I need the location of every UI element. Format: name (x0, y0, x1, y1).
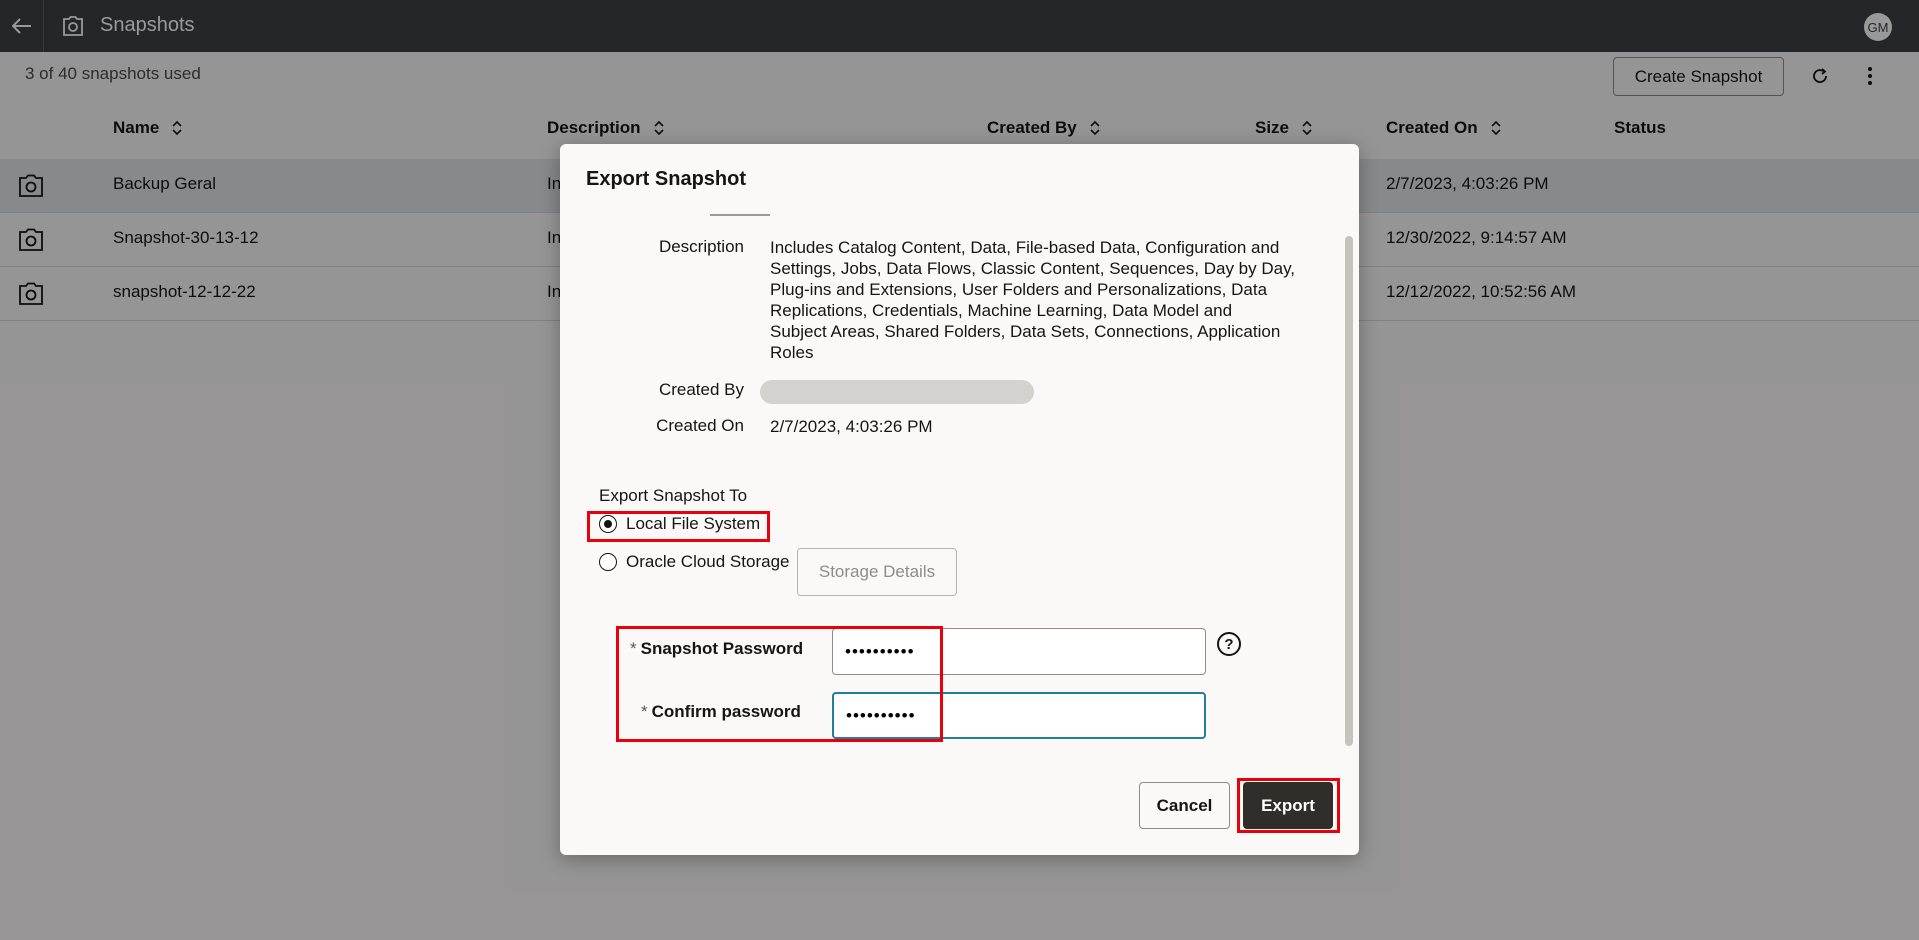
created-by-redacted-value (760, 380, 1034, 404)
created-by-label: Created By (658, 380, 744, 399)
created-on-value: 2/7/2023, 4:03:26 PM (770, 417, 933, 436)
highlight-box (587, 511, 770, 542)
description-label: Description (658, 237, 744, 256)
radio-oracle-cloud-storage[interactable]: Oracle Cloud Storage (599, 552, 789, 572)
radio-label: Oracle Cloud Storage (626, 552, 790, 571)
scrollbar-thumb[interactable] (1345, 236, 1353, 746)
highlight-box (616, 626, 943, 742)
help-icon[interactable]: ? (1217, 632, 1241, 656)
radio-button-unchecked[interactable] (599, 553, 617, 571)
description-value: Includes Catalog Content, Data, File-bas… (770, 238, 1296, 362)
clipped-text (645, 214, 825, 218)
storage-details-button[interactable]: Storage Details (797, 548, 957, 596)
dialog-scrollbar[interactable] (1344, 224, 1354, 756)
dialog-title: Export Snapshot (586, 168, 747, 190)
cancel-button[interactable]: Cancel (1139, 782, 1230, 829)
highlight-box (1237, 778, 1340, 833)
created-on-label: Created On (656, 416, 744, 435)
export-to-label: Export Snapshot To (599, 486, 748, 505)
export-snapshot-dialog: Export Snapshot Description Includes Cat… (560, 144, 1359, 855)
